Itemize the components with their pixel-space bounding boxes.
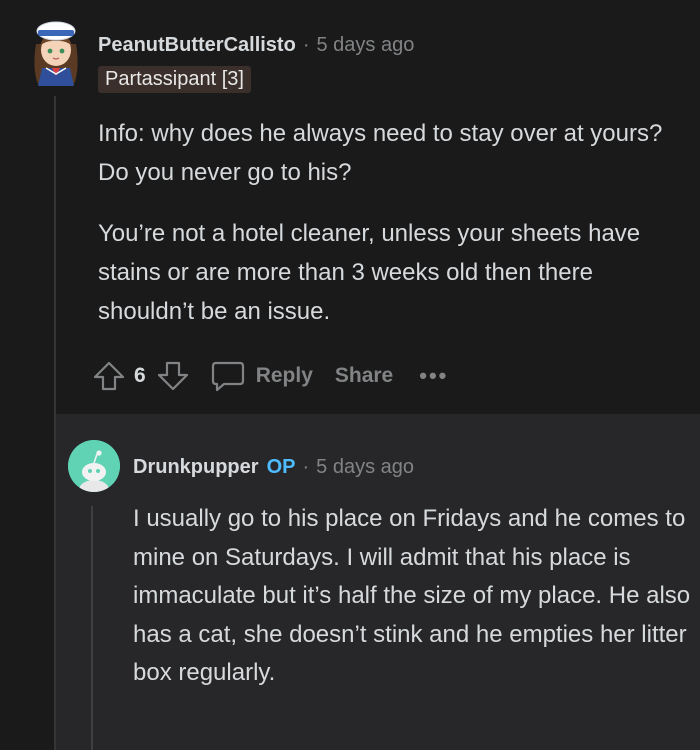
reply-body: I usually go to his place on Fridays and… (133, 500, 693, 693)
vote-count: 6 (134, 364, 146, 387)
user-flair: Partassipant [3] (98, 66, 251, 93)
comment-username[interactable]: PeanutButterCallisto (98, 34, 296, 57)
separator-dot: · (302, 33, 310, 56)
comment-bubble-icon[interactable] (210, 359, 246, 393)
reply-username[interactable]: Drunkpupper (133, 456, 259, 479)
reply-paragraph: I usually go to his place on Fridays and… (133, 505, 691, 687)
reply-header: Drunkpupper OP · 5 days ago (133, 452, 414, 482)
comment-header: PeanutButterCallisto · 5 days ago (98, 30, 414, 60)
downvote-icon[interactable] (156, 359, 190, 393)
comment-paragraph: Info: why does he always need to stay ov… (98, 120, 663, 186)
comment-body: Info: why does he always need to stay ov… (98, 114, 688, 353)
reply-timestamp[interactable]: 5 days ago (316, 456, 414, 479)
comment-timestamp[interactable]: 5 days ago (316, 34, 414, 57)
reply-user-avatar[interactable] (68, 440, 120, 492)
more-options-icon[interactable]: ••• (419, 363, 448, 389)
user-avatar[interactable] (26, 14, 86, 88)
comment-paragraph: You’re not a hotel cleaner, unless your … (98, 220, 641, 325)
reply-button[interactable]: Reply (256, 364, 313, 388)
separator-dot: · (302, 455, 310, 478)
reply-thread-line[interactable] (91, 506, 93, 750)
upvote-icon[interactable] (92, 359, 126, 393)
share-button[interactable]: Share (335, 364, 393, 388)
comment-actions: 6 Reply Share ••• (92, 356, 448, 396)
comment-thread: PeanutButterCallisto · 5 days ago Partas… (0, 0, 700, 750)
op-badge: OP (266, 455, 296, 478)
